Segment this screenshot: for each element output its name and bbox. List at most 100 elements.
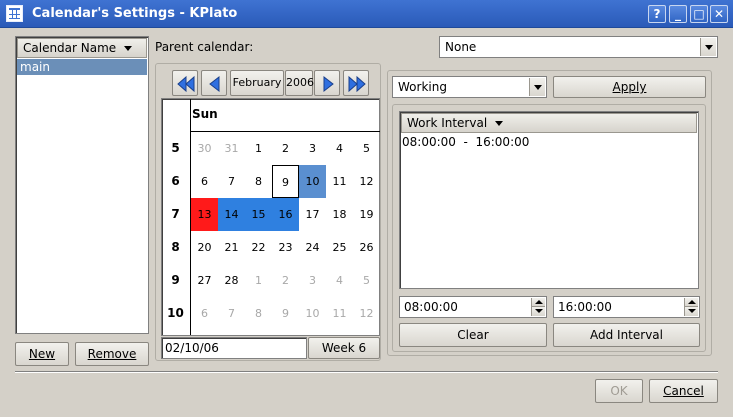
calendar-day[interactable]: 2 [272, 132, 299, 165]
calendar-day[interactable]: 9 [272, 165, 299, 198]
calendar-day[interactable]: 12 [353, 297, 380, 330]
week-number[interactable]: 9 [162, 264, 189, 297]
new-button[interactable]: New [15, 342, 69, 366]
next-year-button[interactable] [343, 70, 369, 96]
spin-down-icon[interactable] [531, 307, 545, 316]
calendar-day[interactable]: 3 [299, 264, 326, 297]
calendar-day[interactable]: 6 [191, 297, 218, 330]
calendar-day[interactable]: 15 [245, 198, 272, 231]
list-item[interactable]: main [17, 59, 147, 75]
calendar-app-icon [6, 5, 23, 22]
calendar-day[interactable]: 23 [272, 231, 299, 264]
calendar-day[interactable]: 5 [353, 132, 380, 165]
ok-button[interactable]: OK [595, 379, 643, 403]
calendar-day[interactable]: 31 [218, 132, 245, 165]
week-number[interactable]: 7 [162, 198, 189, 231]
calendar-day[interactable]: 7 [218, 297, 245, 330]
calendar-name-header-label: Calendar Name [23, 41, 117, 55]
ok-button-label: OK [610, 384, 628, 398]
calendar-day[interactable]: 4 [326, 132, 353, 165]
year-button[interactable]: 2006 [285, 70, 314, 96]
calendar-day[interactable]: 7 [218, 165, 245, 198]
spin-up-icon[interactable] [684, 298, 698, 307]
week-button-label: Week 6 [321, 341, 367, 355]
end-time-spinner[interactable] [684, 298, 698, 316]
calendar-day[interactable]: 20 [191, 231, 218, 264]
calendar-day[interactable]: 9 [272, 297, 299, 330]
calendar-day[interactable]: 3 [299, 132, 326, 165]
calendar-day[interactable]: 26 [353, 231, 380, 264]
calendar-day[interactable]: 1 [245, 132, 272, 165]
clear-button[interactable]: Clear [399, 323, 547, 347]
left-arrow-icon [209, 75, 220, 93]
week-number[interactable]: 10 [162, 297, 189, 330]
add-interval-button[interactable]: Add Interval [553, 323, 700, 347]
calendar-day[interactable]: 28 [218, 264, 245, 297]
cancel-button-label: Cancel [663, 384, 704, 398]
calendar-day[interactable]: 10 [299, 297, 326, 330]
calendar-day[interactable]: 24 [299, 231, 326, 264]
window-title: Calendar's Settings - KPlato [32, 6, 238, 21]
week-number[interactable]: 8 [162, 231, 189, 264]
title-bar: Calendar's Settings - KPlato ? _ □ ✕ [0, 0, 733, 28]
calendar-day[interactable]: 4 [326, 264, 353, 297]
calendar-day[interactable]: 22 [245, 231, 272, 264]
calendar-day[interactable]: 5 [353, 264, 380, 297]
spin-down-icon[interactable] [684, 307, 698, 316]
week-number[interactable]: 6 [162, 165, 189, 198]
calendar-day[interactable]: 12 [353, 165, 380, 198]
month-button[interactable]: February [230, 70, 284, 96]
calendar-day[interactable]: 1 [245, 264, 272, 297]
remove-button-label: Remove [87, 347, 137, 361]
calendar-day[interactable]: 14 [218, 198, 245, 231]
sort-down-icon [124, 46, 133, 51]
week-button[interactable]: Week 6 [308, 337, 380, 359]
calendar-name-header[interactable]: Calendar Name [17, 38, 147, 58]
spin-up-icon[interactable] [531, 298, 545, 307]
apply-button-label: Apply [612, 80, 647, 94]
previous-month-button[interactable] [201, 70, 227, 96]
maximize-button[interactable]: □ [690, 5, 708, 23]
calendar-day[interactable]: 6 [191, 165, 218, 198]
work-interval-header[interactable]: Work Interval [401, 113, 697, 133]
start-time-spinner[interactable] [531, 298, 545, 316]
cancel-button[interactable]: Cancel [649, 379, 718, 403]
minimize-button[interactable]: _ [669, 5, 687, 23]
day-state-select[interactable]: Working [392, 76, 547, 98]
calendar-day[interactable]: 25 [326, 231, 353, 264]
calendar-day[interactable]: 8 [245, 297, 272, 330]
calendar-day[interactable]: 11 [326, 165, 353, 198]
apply-button[interactable]: Apply [553, 76, 706, 98]
calendar-day[interactable]: 27 [191, 264, 218, 297]
day-header-sun: Sun [192, 107, 218, 121]
week-number[interactable]: 5 [162, 132, 189, 165]
parent-calendar-select[interactable]: None [439, 36, 718, 58]
calendar-list[interactable]: Calendar Name main [15, 36, 149, 334]
day-state-value: Working [398, 80, 447, 94]
work-interval-list[interactable]: Work Interval 08:00:00 - 16:00:00 [399, 111, 699, 289]
calendar-day[interactable]: 30 [191, 132, 218, 165]
chevron-down-icon [700, 38, 716, 56]
next-month-button[interactable] [314, 70, 340, 96]
calendar-day[interactable]: 16 [272, 198, 299, 231]
help-button[interactable]: ? [648, 5, 666, 23]
start-time-input[interactable]: 08:00:00 [399, 296, 547, 318]
right-arrow-icon [323, 75, 334, 93]
calendar-day[interactable]: 19 [353, 198, 380, 231]
list-item[interactable]: 08:00:00 - 16:00:00 [402, 135, 529, 149]
calendar-day[interactable]: 17 [299, 198, 326, 231]
close-button[interactable]: ✕ [710, 5, 728, 23]
calendar-day[interactable]: 11 [326, 297, 353, 330]
calendar-day[interactable]: 10 [299, 165, 326, 198]
end-time-input[interactable]: 16:00:00 [553, 296, 700, 318]
date-input[interactable]: 02/10/06 [161, 337, 307, 359]
previous-year-button[interactable] [172, 70, 198, 96]
remove-button[interactable]: Remove [75, 342, 149, 366]
calendar-day[interactable]: 21 [218, 231, 245, 264]
calendar-day[interactable]: 8 [245, 165, 272, 198]
start-time-value: 08:00:00 [404, 300, 458, 314]
calendar-day[interactable]: 18 [326, 198, 353, 231]
calendar-day[interactable]: 2 [272, 264, 299, 297]
calendar-day[interactable]: 13 [191, 198, 218, 231]
calendar-grid[interactable]: Sun 5 30 31 1 2 3 4 5 6 6 7 8 9 10 11 12 7 13 14 15 16 17 18 19… [161, 98, 380, 336]
